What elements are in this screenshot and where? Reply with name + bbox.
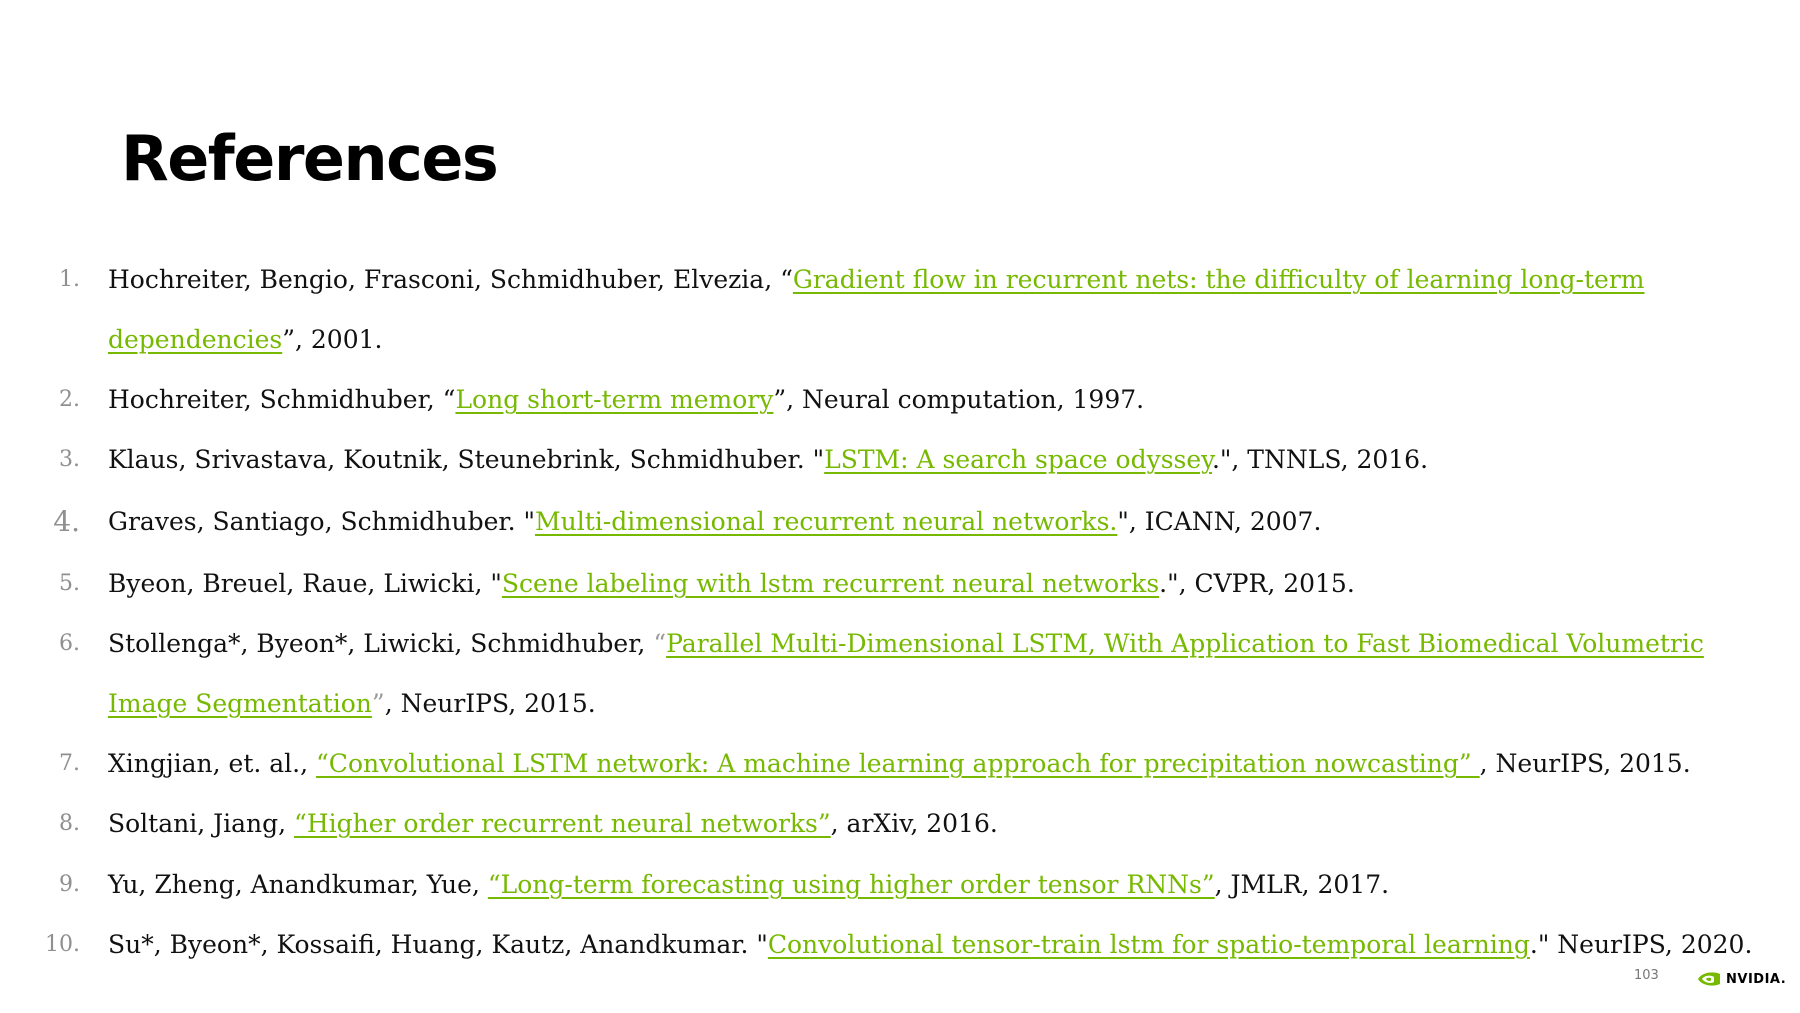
reference-number: 2. [59, 387, 80, 412]
reference-number: 10. [45, 932, 80, 957]
reference-link[interactable]: “Higher order recurrent neural networks” [294, 809, 831, 838]
reference-authors: Hochreiter, Bengio, Frasconi, Schmidhube… [108, 265, 793, 294]
reference-number: 7. [59, 751, 80, 776]
reference-authors: Su*, Byeon*, Kossaifi, Huang, Kautz, Ana… [108, 930, 768, 959]
open-quote: “ [653, 629, 667, 658]
nvidia-eye-icon [1698, 972, 1720, 986]
reference-venue: , JMLR, 2017. [1214, 870, 1390, 899]
reference-venue: , NeurIPS, 2015. [384, 689, 596, 718]
reference-authors: Xingjian, et. al., [108, 749, 317, 778]
reference-number: 1. [59, 267, 80, 292]
reference-link[interactable]: Long short-term memory [455, 385, 773, 414]
reference-venue: , arXiv, 2016. [830, 809, 998, 838]
reference-item-continuation: Image Segmentation”, NeurIPS, 2015. [108, 674, 1768, 734]
reference-link[interactable]: Image Segmentation [108, 689, 372, 718]
nvidia-wordmark: NVIDIA. [1726, 971, 1787, 987]
reference-number: 3. [59, 447, 80, 472]
reference-venue: ”, Neural computation, 1997. [773, 385, 1145, 414]
reference-link[interactable]: LSTM: A search space odyssey [824, 445, 1212, 474]
reference-link[interactable]: “Convolutional LSTM network: A machine l… [316, 749, 1480, 778]
reference-item: 9. Yu, Zheng, Anandkumar, Yue, “Long-term… [59, 855, 1768, 915]
reference-authors: Hochreiter, Schmidhuber, “ [108, 385, 456, 414]
reference-item: 10. Su*, Byeon*, Kossaifi, Huang, Kautz, … [45, 915, 1768, 975]
reference-item: 5. Byeon, Breuel, Raue, Liwicki, "Scene l… [59, 554, 1768, 614]
page-number: 103 [1634, 968, 1659, 983]
reference-item: 7. Xingjian, et. al., “Convolutional LSTM… [59, 734, 1768, 794]
reference-link[interactable]: Convolutional tensor-train lstm for spat… [768, 930, 1530, 959]
reference-number: 6. [59, 631, 80, 656]
reference-authors: Soltani, Jiang, [108, 809, 295, 838]
reference-authors: Klaus, Srivastava, Koutnik, Steunebrink,… [108, 445, 825, 474]
page-title: References [121, 122, 499, 195]
reference-number: 9. [59, 872, 80, 897]
reference-number: 8. [59, 811, 80, 836]
reference-venue: , NeurIPS, 2015. [1479, 749, 1691, 778]
reference-venue: .", TNNLS, 2016. [1211, 445, 1429, 474]
nvidia-logo: NVIDIA. [1696, 969, 1786, 989]
reference-authors: Stollenga*, Byeon*, Liwicki, Schmidhuber… [108, 629, 654, 658]
reference-venue: ." NeurIPS, 2020. [1529, 930, 1753, 959]
reference-item: 4. Graves, Santiago, Schmidhuber. "Multi-… [53, 492, 1768, 552]
reference-authors: Graves, Santiago, Schmidhuber. " [108, 507, 536, 536]
reference-authors: Byeon, Breuel, Raue, Liwicki, " [108, 569, 502, 598]
reference-authors: Yu, Zheng, Anandkumar, Yue, [108, 870, 488, 899]
reference-number: 5. [59, 571, 80, 596]
reference-link[interactable]: Gradient flow in recurrent nets: the dif… [793, 265, 1645, 294]
reference-item-continuation: dependencies”, 2001. [108, 310, 1768, 370]
reference-link[interactable]: dependencies [108, 325, 282, 354]
close-quote: ” [371, 689, 385, 718]
reference-link[interactable]: Multi-dimensional recurrent neural netwo… [535, 507, 1117, 536]
reference-venue: ”, 2001. [282, 325, 383, 354]
reference-link[interactable]: Parallel Multi-Dimensional LSTM, With Ap… [666, 629, 1704, 658]
reference-item: 3. Klaus, Srivastava, Koutnik, Steunebrin… [59, 430, 1768, 490]
reference-venue: ", ICANN, 2007. [1117, 507, 1322, 536]
reference-venue: .", CVPR, 2015. [1159, 569, 1355, 598]
reference-link[interactable]: “Long-term forecasting using higher orde… [488, 870, 1215, 899]
reference-link[interactable]: Scene labeling with lstm recurrent neura… [502, 569, 1159, 598]
reference-item: 8. Soltani, Jiang, “Higher order recurren… [59, 794, 1768, 854]
reference-item: 1. Hochreiter, Bengio, Frasconi, Schmidhu… [59, 250, 1768, 310]
reference-number: 4. [53, 505, 80, 538]
reference-item: 6. Stollenga*, Byeon*, Liwicki, Schmidhub… [59, 614, 1768, 674]
reference-item: 2. Hochreiter, Schmidhuber, “Long short-t… [59, 370, 1768, 430]
